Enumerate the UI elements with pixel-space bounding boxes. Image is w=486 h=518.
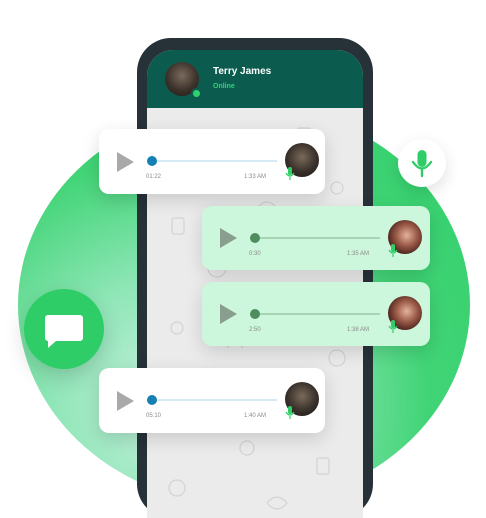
play-icon[interactable] (117, 390, 134, 411)
online-status-dot (191, 88, 202, 99)
audio-progress-track[interactable] (254, 237, 380, 239)
voice-message-4[interactable]: 05:10 1:40 AM (99, 368, 325, 433)
message-time: 1:35 AM (347, 251, 370, 257)
message-time: 1:40 AM (244, 413, 267, 419)
audio-progress-knob[interactable] (147, 395, 157, 405)
audio-progress-track[interactable] (151, 399, 277, 401)
audio-duration: 05:10 (146, 413, 162, 419)
play-icon[interactable] (220, 304, 237, 324)
audio-progress-track[interactable] (254, 313, 380, 315)
microphone-icon (285, 167, 295, 180)
play-icon[interactable] (117, 151, 134, 172)
play-icon[interactable] (220, 228, 237, 248)
audio-duration: 01:22 (146, 174, 162, 180)
contact-name[interactable]: Terry James (213, 66, 271, 77)
microphone-icon (411, 150, 433, 178)
message-time: 1:33 AM (244, 174, 267, 180)
phone-frame: Terry James Online (137, 38, 373, 518)
message-time: 1:38 AM (347, 327, 370, 333)
microphone-badge[interactable] (398, 139, 446, 187)
chat-badge[interactable] (24, 289, 104, 369)
audio-progress-track[interactable] (151, 160, 277, 162)
audio-progress-knob[interactable] (147, 156, 157, 166)
voice-message-2[interactable]: 0:30 1:35 AM (202, 206, 430, 270)
audio-duration: 0:30 (249, 251, 261, 257)
chat-bubble-icon (45, 315, 83, 348)
chat-header: Terry James Online (147, 50, 363, 108)
microphone-icon (388, 320, 398, 333)
voice-message-1[interactable]: 01:22 1:33 AM (99, 129, 325, 194)
audio-progress-knob[interactable] (250, 309, 260, 319)
audio-duration: 2:50 (249, 327, 261, 333)
microphone-icon (388, 244, 398, 257)
contact-status: Online (213, 83, 235, 90)
audio-progress-knob[interactable] (250, 233, 260, 243)
microphone-icon (285, 406, 295, 419)
voice-message-3[interactable]: 2:50 1:38 AM (202, 282, 430, 346)
